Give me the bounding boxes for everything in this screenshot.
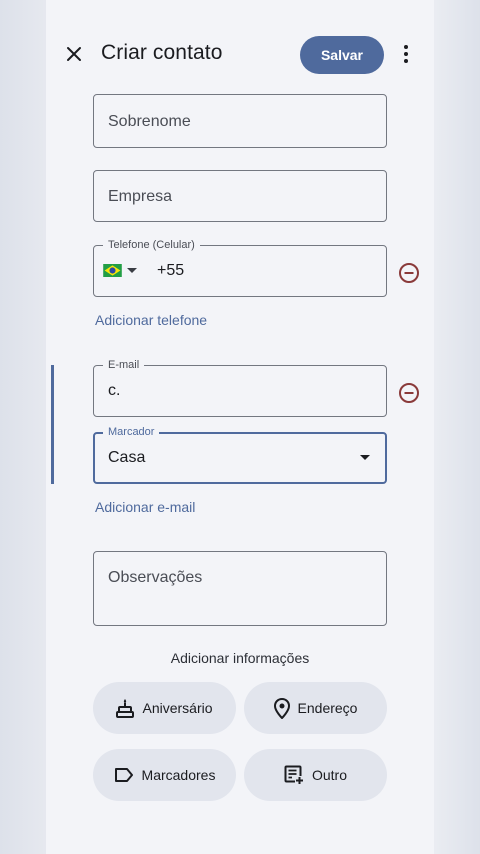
labels-chip[interactable]: Marcadores bbox=[93, 749, 236, 801]
notes-field[interactable]: Observações bbox=[93, 551, 387, 626]
background-right-edge bbox=[428, 0, 480, 854]
save-button[interactable]: Salvar bbox=[300, 36, 384, 74]
company-field[interactable]: Empresa bbox=[93, 170, 387, 222]
remove-phone-icon[interactable] bbox=[398, 262, 420, 284]
cake-icon bbox=[116, 699, 135, 718]
email-label-select[interactable]: Marcador Casa bbox=[93, 425, 387, 484]
other-chip[interactable]: Outro bbox=[244, 749, 387, 801]
email-field[interactable]: E-mail c. bbox=[93, 358, 387, 417]
last-name-placeholder: Sobrenome bbox=[108, 113, 191, 130]
email-group-indicator bbox=[51, 365, 54, 484]
address-chip[interactable]: Endereço bbox=[244, 682, 387, 734]
birthday-chip-label: Aniversário bbox=[142, 700, 213, 716]
email-field-label: E-mail bbox=[103, 358, 145, 372]
add-notes-icon bbox=[284, 765, 304, 785]
birthday-chip[interactable]: Aniversário bbox=[93, 682, 236, 734]
phone-field[interactable]: Telefone (Celular) +55 bbox=[93, 238, 387, 297]
add-email-link[interactable]: Adicionar e-mail bbox=[95, 499, 195, 515]
close-icon[interactable] bbox=[62, 42, 86, 66]
phone-country-code[interactable]: +55 bbox=[157, 262, 184, 280]
more-options-icon[interactable] bbox=[394, 42, 418, 66]
email-label-value: Casa bbox=[108, 449, 146, 466]
email-input-value[interactable]: c. bbox=[108, 382, 120, 400]
label-tag-icon bbox=[114, 768, 133, 782]
notes-placeholder: Observações bbox=[108, 569, 203, 586]
remove-email-icon[interactable] bbox=[398, 382, 420, 404]
add-info-heading: Adicionar informações bbox=[170, 650, 310, 666]
country-dropdown-icon[interactable] bbox=[127, 268, 137, 274]
page-title: Criar contato bbox=[101, 41, 223, 64]
company-placeholder: Empresa bbox=[108, 188, 173, 205]
add-phone-link[interactable]: Adicionar telefone bbox=[95, 312, 207, 328]
labels-chip-label: Marcadores bbox=[141, 767, 216, 783]
brazil-flag-icon[interactable] bbox=[103, 264, 122, 277]
location-pin-icon bbox=[273, 697, 290, 719]
chevron-down-icon[interactable] bbox=[360, 455, 370, 461]
email-label-select-label: Marcador bbox=[103, 425, 160, 439]
address-chip-label: Endereço bbox=[297, 700, 358, 716]
last-name-field[interactable]: Sobrenome bbox=[93, 94, 387, 148]
other-chip-label: Outro bbox=[311, 767, 347, 783]
phone-field-label: Telefone (Celular) bbox=[103, 238, 200, 252]
